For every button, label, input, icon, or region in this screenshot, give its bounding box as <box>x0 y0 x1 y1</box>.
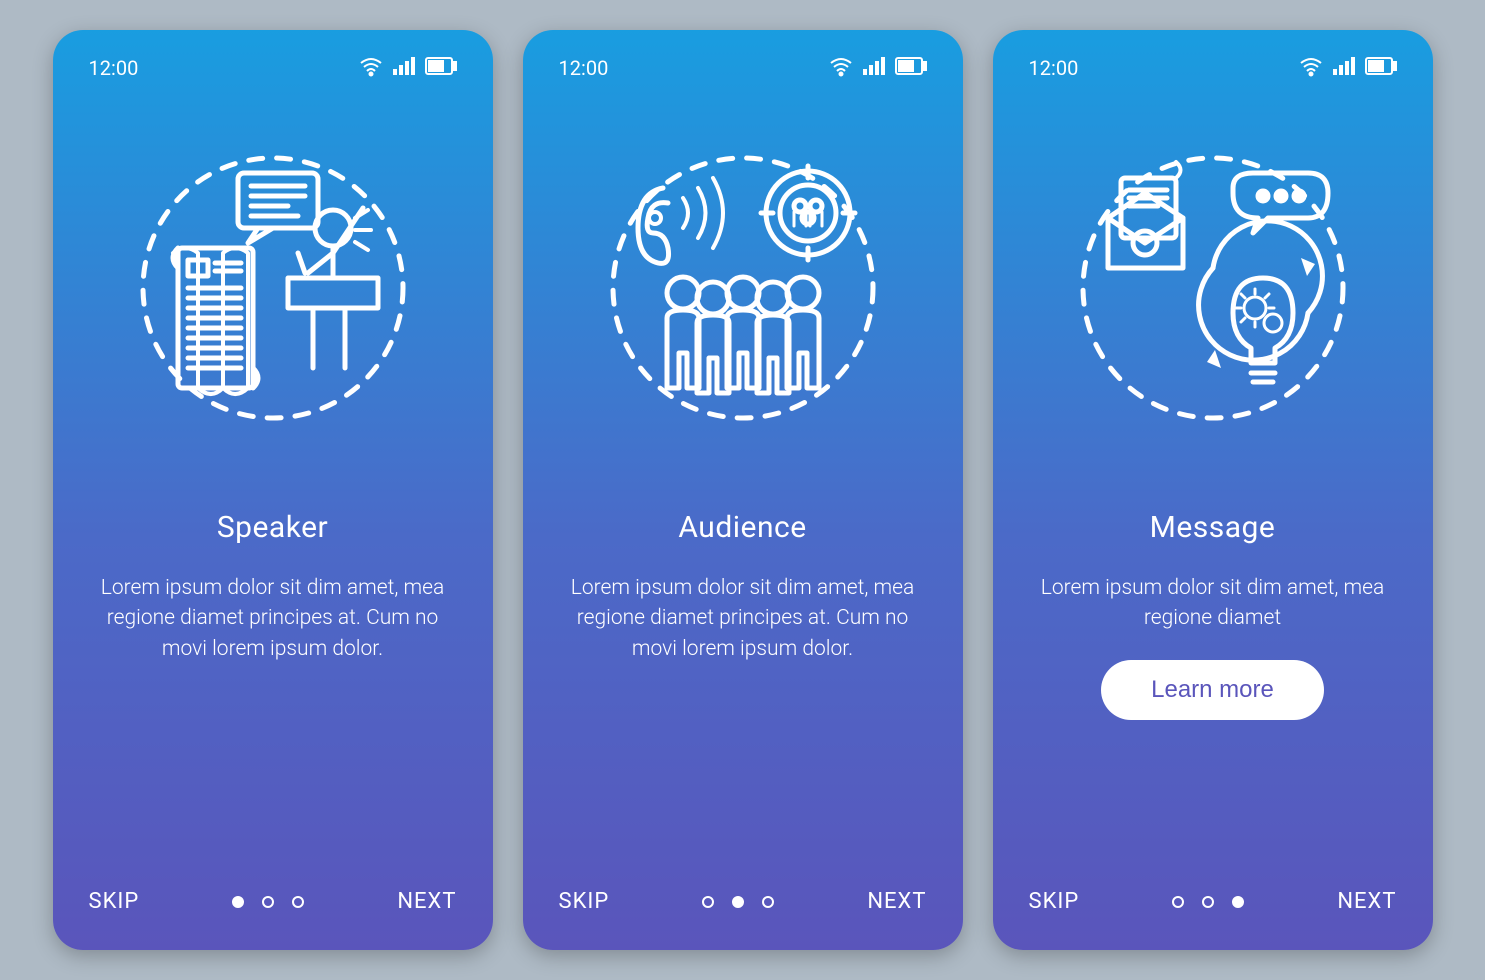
screen-description: Lorem ipsum dolor sit dim amet, mea regi… <box>83 573 463 664</box>
page-dot-1[interactable] <box>702 896 714 908</box>
skip-button[interactable]: SKIP <box>1029 889 1080 914</box>
illustration-message <box>1023 128 1403 448</box>
page-dots <box>1172 896 1244 908</box>
onboarding-nav: SKIP NEXT <box>553 889 933 920</box>
battery-icon <box>895 56 927 80</box>
illustration-speaker <box>83 128 463 448</box>
signal-icon <box>863 56 885 80</box>
next-button[interactable]: NEXT <box>1337 889 1396 914</box>
status-bar: 12:00 <box>1023 52 1403 80</box>
status-icons <box>1299 56 1397 80</box>
learn-more-button[interactable]: Learn more <box>1101 660 1324 720</box>
page-dot-2[interactable] <box>732 896 744 908</box>
onboarding-screen-3: 12:00 <box>993 30 1433 950</box>
battery-icon <box>425 56 457 80</box>
status-bar: 12:00 <box>83 52 463 80</box>
wifi-icon <box>829 56 853 80</box>
onboarding-screen-2: 12:00 <box>523 30 963 950</box>
page-dot-3[interactable] <box>762 896 774 908</box>
onboarding-nav: SKIP NEXT <box>1023 889 1403 920</box>
screen-title: Speaker <box>83 510 463 545</box>
onboarding-screen-1: 12:00 <box>53 30 493 950</box>
signal-icon <box>393 56 415 80</box>
status-time: 12:00 <box>89 56 139 80</box>
wifi-icon <box>1299 56 1323 80</box>
page-dot-3[interactable] <box>1232 896 1244 908</box>
page-dots <box>702 896 774 908</box>
page-dot-2[interactable] <box>1202 896 1214 908</box>
skip-button[interactable]: SKIP <box>559 889 610 914</box>
skip-button[interactable]: SKIP <box>89 889 140 914</box>
screen-title: Message <box>1023 510 1403 545</box>
page-dots <box>232 896 304 908</box>
page-dot-3[interactable] <box>292 896 304 908</box>
status-icons <box>359 56 457 80</box>
status-time: 12:00 <box>559 56 609 80</box>
screen-description: Lorem ipsum dolor sit dim amet, mea regi… <box>553 573 933 664</box>
screen-description: Lorem ipsum dolor sit dim amet, mea regi… <box>1023 573 1403 634</box>
onboarding-nav: SKIP NEXT <box>83 889 463 920</box>
status-time: 12:00 <box>1029 56 1079 80</box>
page-dot-1[interactable] <box>232 896 244 908</box>
battery-icon <box>1365 56 1397 80</box>
screen-title: Audience <box>553 510 933 545</box>
next-button[interactable]: NEXT <box>397 889 456 914</box>
wifi-icon <box>359 56 383 80</box>
status-bar: 12:00 <box>553 52 933 80</box>
page-dot-2[interactable] <box>262 896 274 908</box>
next-button[interactable]: NEXT <box>867 889 926 914</box>
status-icons <box>829 56 927 80</box>
page-dot-1[interactable] <box>1172 896 1184 908</box>
signal-icon <box>1333 56 1355 80</box>
illustration-audience <box>553 128 933 448</box>
